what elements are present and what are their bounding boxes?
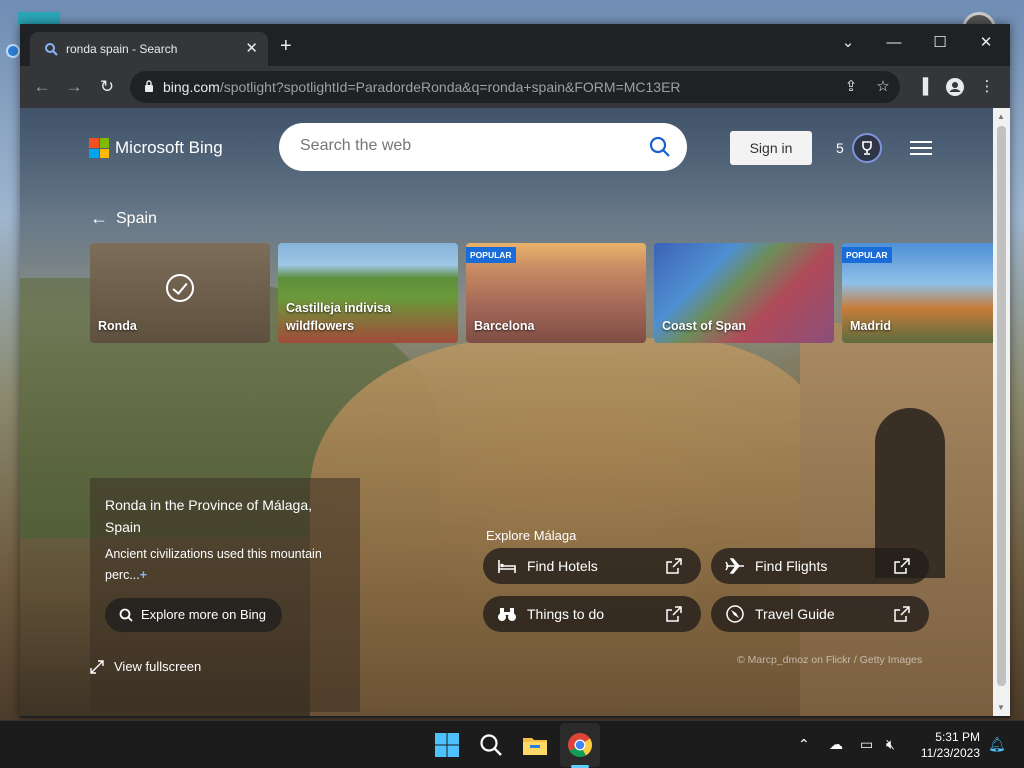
card-label: Ronda bbox=[98, 319, 137, 333]
browser-window: ronda spain - Search ✕ + ⌄ — ☐ ✕ ← → ↻ b… bbox=[20, 24, 1010, 718]
windows-start-icon[interactable] bbox=[433, 731, 461, 759]
lock-icon[interactable] bbox=[144, 80, 154, 92]
image-credit[interactable]: © Marcp_dmoz on Flickr / Getty Images bbox=[737, 654, 922, 666]
external-link-icon bbox=[666, 606, 682, 622]
close-tab-icon[interactable]: ✕ bbox=[245, 39, 258, 57]
hamburger-menu-icon[interactable] bbox=[910, 141, 932, 155]
browser-tab[interactable]: ronda spain - Search ✕ bbox=[30, 32, 268, 66]
bing-logo[interactable]: Microsoft Bing bbox=[89, 138, 223, 158]
find-hotels-button[interactable]: Find Hotels bbox=[483, 548, 701, 584]
file-explorer-icon[interactable] bbox=[521, 731, 549, 759]
airplane-icon bbox=[725, 558, 744, 574]
new-tab-button[interactable]: + bbox=[280, 36, 292, 56]
loading-icon bbox=[6, 44, 20, 58]
system-clock[interactable]: 5:31 PM 11/23/2023 bbox=[918, 729, 980, 761]
explore-heading: Explore Málaga bbox=[486, 528, 577, 543]
scrollbar-thumb[interactable] bbox=[997, 126, 1006, 686]
forward-button[interactable]: → bbox=[62, 75, 86, 99]
carousel-card-ronda[interactable]: Ronda bbox=[90, 243, 270, 343]
side-panel-icon[interactable]: ▐ bbox=[913, 77, 933, 97]
search-input[interactable]: Search the web bbox=[279, 123, 687, 171]
microsoft-logo-icon bbox=[89, 138, 109, 158]
clock-date: 11/23/2023 bbox=[920, 746, 980, 760]
search-icon bbox=[119, 608, 133, 622]
scroll-down-icon[interactable]: ▼ bbox=[997, 703, 1005, 712]
expand-plus-icon[interactable]: + bbox=[140, 568, 147, 582]
external-link-icon bbox=[894, 606, 910, 622]
expand-icon bbox=[90, 659, 104, 674]
carousel-card-wildflowers[interactable]: Castilleja indivisa wildflowers bbox=[278, 243, 458, 343]
profile-icon[interactable] bbox=[945, 77, 965, 97]
search-favicon-icon bbox=[45, 43, 58, 56]
bing-spotlight-page: Microsoft Bing Search the web Sign in 5 … bbox=[20, 108, 993, 716]
scroll-up-icon[interactable]: ▲ bbox=[997, 112, 1005, 121]
windows-taskbar: ⌃ ☁ ▭ 🔇︎ 5:31 PM 11/23/2023 🔔︎ bbox=[0, 720, 1024, 768]
network-disconnected-icon[interactable]: ☁ bbox=[829, 736, 843, 753]
explore-more-button[interactable]: Explore more on Bing bbox=[105, 598, 283, 632]
search-placeholder: Search the web bbox=[300, 137, 412, 154]
maximize-button[interactable]: ☐ bbox=[917, 28, 963, 58]
minimize-button[interactable]: — bbox=[871, 28, 917, 58]
clock-time: 5:31 PM bbox=[935, 730, 980, 744]
compass-icon bbox=[726, 605, 744, 623]
chrome-icon[interactable] bbox=[566, 731, 594, 759]
travel-guide-button[interactable]: Travel Guide bbox=[711, 596, 929, 632]
rewards-points: 5 bbox=[836, 140, 844, 156]
popular-badge: POPULAR bbox=[842, 247, 892, 263]
fullscreen-label: View fullscreen bbox=[114, 659, 202, 674]
display-icon[interactable]: ▭ bbox=[860, 736, 873, 753]
tab-search-chevron-icon[interactable]: ⌄ bbox=[825, 28, 871, 58]
info-title: Ronda in the Province of Málaga, Spain bbox=[105, 497, 313, 535]
spotlight-carousel: Ronda Castilleja indivisa wildflowers PO… bbox=[90, 243, 993, 343]
things-to-do-button[interactable]: Things to do bbox=[483, 596, 701, 632]
selected-check-icon bbox=[166, 274, 194, 302]
volume-muted-icon[interactable]: 🔇︎ bbox=[886, 736, 895, 753]
address-bar[interactable]: bing.com/spotlight?spotlightId=Paradorde… bbox=[130, 71, 900, 103]
find-flights-button[interactable]: Find Flights bbox=[711, 548, 929, 584]
tab-title: ronda spain - Search bbox=[66, 42, 178, 56]
back-label: Spain bbox=[116, 209, 157, 227]
carousel-card-barcelona[interactable]: POPULAR Barcelona bbox=[466, 243, 646, 343]
show-hidden-icons-icon[interactable]: ⌃ bbox=[798, 736, 810, 753]
external-link-icon bbox=[894, 558, 910, 574]
back-to-spain-link[interactable]: ← Spain bbox=[90, 208, 157, 229]
external-link-icon bbox=[666, 558, 682, 574]
explore-more-label: Explore more on Bing bbox=[141, 607, 267, 622]
search-icon[interactable] bbox=[649, 136, 671, 158]
back-arrow-icon: ← bbox=[90, 208, 108, 228]
card-label: Coast of Span bbox=[662, 319, 747, 333]
card-label: Castilleja indivisa wildflowers bbox=[286, 301, 391, 333]
bed-icon bbox=[498, 560, 516, 573]
popular-badge: POPULAR bbox=[466, 247, 516, 263]
menu-kebab-icon[interactable]: ⋮ bbox=[977, 77, 997, 97]
url-text[interactable]: bing.com/spotlight?spotlightId=Paradorde… bbox=[163, 79, 681, 95]
rewards-trophy-icon[interactable] bbox=[852, 133, 882, 163]
close-window-button[interactable]: ✕ bbox=[963, 28, 1009, 58]
view-fullscreen-link[interactable]: View fullscreen bbox=[90, 659, 201, 674]
card-label: Barcelona bbox=[474, 319, 535, 333]
brand-name: Microsoft Bing bbox=[115, 138, 223, 157]
share-icon[interactable]: ⇪ bbox=[842, 78, 860, 96]
reload-button[interactable]: ↻ bbox=[95, 75, 119, 99]
tab-strip: ronda spain - Search ✕ + ⌄ — ☐ ✕ bbox=[20, 24, 1010, 66]
browser-toolbar: ← → ↻ bing.com/spotlight?spotlightId=Par… bbox=[20, 66, 1010, 108]
carousel-card-madrid[interactable]: POPULAR Madrid bbox=[842, 243, 993, 343]
search-icon[interactable] bbox=[477, 731, 505, 759]
notification-bell-icon[interactable]: 🔔︎ bbox=[988, 736, 1006, 753]
page-scrollbar[interactable]: ▲ ▼ bbox=[993, 108, 1010, 716]
back-button[interactable]: ← bbox=[30, 75, 54, 99]
binoculars-icon bbox=[498, 608, 516, 621]
card-label: Madrid bbox=[850, 319, 891, 333]
carousel-card-coast[interactable]: Coast of Span bbox=[654, 243, 834, 343]
bookmark-star-icon[interactable]: ☆ bbox=[874, 78, 892, 96]
sign-in-button[interactable]: Sign in bbox=[730, 131, 812, 165]
info-panel: Ronda in the Province of Málaga, Spain A… bbox=[90, 478, 360, 712]
info-description: Ancient civilizations used this mountain… bbox=[105, 547, 322, 582]
